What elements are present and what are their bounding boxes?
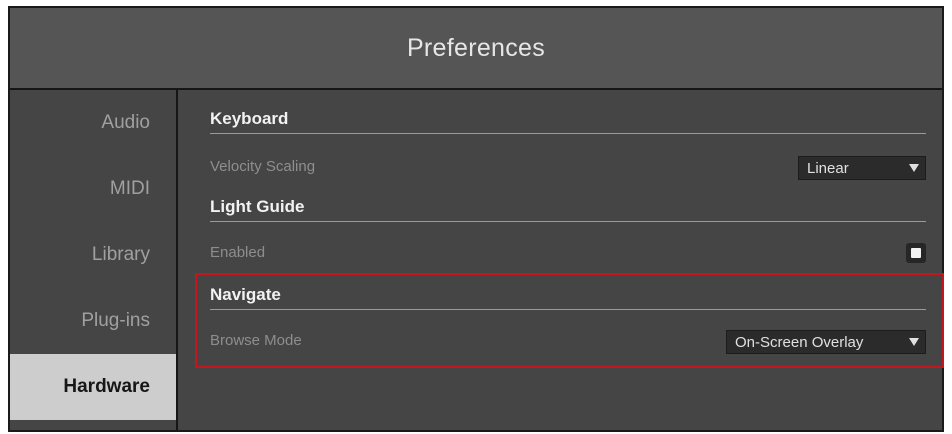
velocity-scaling-dropdown[interactable]: Linear: [798, 156, 926, 180]
sidebar-item-hardware[interactable]: Hardware: [10, 354, 176, 420]
light-guide-enabled-checkbox[interactable]: [906, 243, 926, 263]
velocity-scaling-value: Linear: [807, 159, 849, 177]
sidebar-item-library[interactable]: Library: [10, 222, 176, 288]
dropdown-arrow-icon: [909, 338, 919, 346]
navigate-section-header: Navigate: [210, 284, 926, 310]
sidebar-item-plug-ins[interactable]: Plug-ins: [10, 288, 176, 354]
dropdown-arrow-icon: [909, 164, 919, 172]
sidebar-item-audio[interactable]: Audio: [10, 90, 176, 156]
keyboard-section-header: Keyboard: [210, 108, 926, 134]
preferences-content: Keyboard Velocity Scaling Linear Light G…: [178, 90, 942, 430]
velocity-scaling-label: Velocity Scaling: [210, 158, 316, 175]
browse-mode-dropdown[interactable]: On-Screen Overlay: [726, 330, 926, 354]
preferences-sidebar: Audio MIDI Library Plug-ins Hardware: [10, 90, 178, 430]
light-guide-section-header: Light Guide: [210, 196, 926, 222]
browse-mode-value: On-Screen Overlay: [735, 333, 864, 351]
enabled-label: Enabled: [210, 244, 266, 261]
browse-mode-label: Browse Mode: [210, 332, 302, 349]
checkbox-check-icon: [911, 248, 921, 258]
title-bar: Preferences: [10, 8, 942, 90]
window-title: Preferences: [406, 33, 546, 62]
preferences-window: Preferences Audio MIDI Library Plug-ins …: [8, 6, 944, 432]
sidebar-item-midi[interactable]: MIDI: [10, 156, 176, 222]
